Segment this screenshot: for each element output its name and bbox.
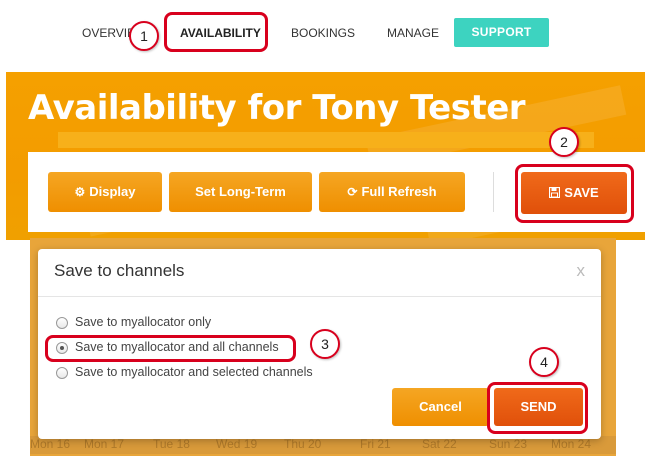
tab-overview[interactable]: OVERVIEW xyxy=(82,22,134,44)
callout-3: 3 xyxy=(310,329,340,359)
tab-bookings[interactable]: BOOKINGS xyxy=(291,22,355,44)
calendar-day: Mon 16 xyxy=(30,437,71,451)
radio-button[interactable] xyxy=(56,367,68,379)
full-refresh-button[interactable]: ⟳ Full Refresh xyxy=(319,172,465,212)
refresh-icon: ⟳ xyxy=(347,185,358,199)
tab-manage[interactable]: MANAGE xyxy=(387,22,439,44)
calendar-day: Mon 24 xyxy=(551,437,592,451)
highlight-save-button xyxy=(515,164,634,223)
calendar-day: Sat 22 xyxy=(422,437,457,451)
highlight-send-button xyxy=(487,382,588,434)
toolbar-divider xyxy=(493,172,494,212)
full-refresh-label: Full Refresh xyxy=(361,184,437,199)
page-title: Availability for Tony Tester xyxy=(28,88,526,128)
close-icon[interactable]: x xyxy=(577,261,586,281)
callout-2: 2 xyxy=(549,127,579,157)
option-label: Save to myallocator and selected channel… xyxy=(75,365,313,379)
gear-icon: ⚙ xyxy=(74,185,86,199)
callout-4: 4 xyxy=(529,347,559,377)
calendar-day: Wed 19 xyxy=(216,437,258,451)
option-label: Save to myallocator only xyxy=(75,315,212,329)
display-button-label: Display xyxy=(89,184,136,199)
support-button[interactable]: SUPPORT xyxy=(454,18,549,47)
set-long-term-button[interactable]: Set Long-Term xyxy=(169,172,312,212)
display-button[interactable]: ⚙ Display xyxy=(48,172,162,212)
highlight-all-channels-option xyxy=(45,335,296,362)
dialog-title: Save to channels xyxy=(54,261,185,280)
set-long-term-label: Set Long-Term xyxy=(195,184,286,199)
highlight-availability-tab xyxy=(164,12,268,52)
calendar-day: Fri 21 xyxy=(360,437,391,451)
callout-1: 1 xyxy=(129,21,159,51)
calendar-day: Thu 20 xyxy=(284,437,322,451)
calendar-day: Sun 23 xyxy=(489,437,528,451)
calendar-day: Tue 18 xyxy=(153,437,190,451)
dialog-header: Save to channels x xyxy=(38,249,601,297)
banner-highlight xyxy=(58,132,594,148)
calendar-day: Mon 17 xyxy=(84,437,125,451)
cancel-button[interactable]: Cancel xyxy=(392,388,489,426)
radio-button[interactable] xyxy=(56,317,68,329)
